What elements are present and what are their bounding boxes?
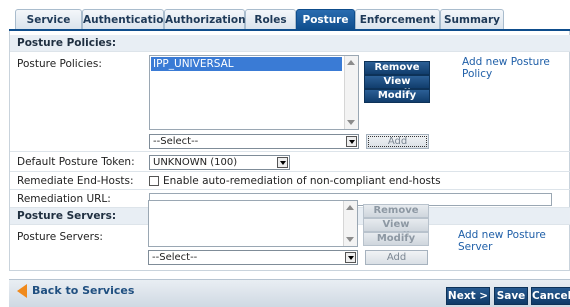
remediation-url-label: Remediation URL:	[17, 193, 111, 205]
tab-bar: Service Authentication Authorization Rol…	[0, 0, 570, 31]
scroll-down-icon[interactable]	[346, 237, 354, 242]
posture-policies-listbox[interactable]: IPP_UNIVERSAL	[149, 55, 359, 130]
tab-posture[interactable]: Posture	[296, 9, 355, 30]
server-view-details-button[interactable]: View Details	[363, 218, 429, 242]
policy-remove-button[interactable]: Remove	[364, 61, 430, 75]
back-arrow-icon	[17, 284, 27, 298]
tab-enforcement[interactable]: Enforcement	[355, 9, 440, 30]
posture-token-label: Default Posture Token:	[17, 156, 135, 168]
policy-add-button[interactable]: Add	[366, 134, 429, 149]
posture-token-value: UNKNOWN (100)	[153, 157, 238, 168]
footer-bar: Back to Services Next > Save Cancel	[9, 279, 570, 307]
policy-item[interactable]: IPP_UNIVERSAL	[151, 57, 342, 71]
back-to-services-label: Back to Services	[32, 284, 135, 297]
next-button[interactable]: Next >	[446, 287, 490, 305]
tab-roles[interactable]: Roles	[245, 9, 296, 30]
tab-summary[interactable]: Summary	[440, 9, 504, 30]
posture-servers-label: Posture Servers:	[17, 231, 103, 243]
server-remove-button[interactable]: Remove	[363, 204, 429, 218]
posture-token-row: Default Posture Token: UNKNOWN (100)	[10, 152, 570, 172]
back-to-services-link[interactable]: Back to Services	[17, 284, 134, 298]
save-button[interactable]: Save	[494, 287, 528, 305]
chevron-down-icon[interactable]	[277, 157, 288, 168]
policy-select-value: --Select--	[153, 136, 199, 147]
server-select[interactable]: --Select--	[148, 250, 358, 265]
posture-servers-listbox[interactable]	[148, 200, 358, 247]
policies-scrollbar[interactable]	[344, 56, 358, 129]
add-new-posture-server-link[interactable]: Add new Posture Server	[458, 229, 570, 253]
scroll-down-icon[interactable]	[347, 120, 355, 125]
tab-service[interactable]: Service	[15, 9, 82, 30]
servers-scrollbar[interactable]	[343, 201, 357, 246]
scroll-up-icon[interactable]	[346, 205, 354, 210]
server-select-value: --Select--	[152, 252, 198, 263]
posture-policies-heading: Posture Policies:	[10, 35, 570, 52]
tab-authentication[interactable]: Authentication	[82, 9, 171, 30]
posture-policies-label: Posture Policies:	[17, 58, 102, 70]
server-modify-button[interactable]: Modify	[363, 232, 429, 246]
cancel-button[interactable]: Cancel	[531, 287, 570, 305]
chevron-down-icon[interactable]	[345, 252, 356, 263]
chevron-down-icon[interactable]	[346, 136, 357, 147]
tab-authorization[interactable]: Authorization	[164, 9, 246, 30]
add-new-posture-policy-link[interactable]: Add new Posture Policy	[462, 56, 570, 80]
remediate-row: Remediate End-Hosts: Enable auto-remedia…	[10, 172, 570, 190]
auto-remediation-checkbox[interactable]	[149, 176, 159, 186]
scroll-up-icon[interactable]	[347, 60, 355, 65]
remediate-label: Remediate End-Hosts:	[17, 175, 134, 187]
policy-view-details-button[interactable]: View Details	[364, 75, 430, 99]
server-add-button[interactable]: Add	[365, 250, 428, 265]
posture-policies-row: Posture Policies: IPP_UNIVERSAL Remove V…	[10, 52, 570, 152]
policy-select[interactable]: --Select--	[149, 134, 359, 149]
policy-modify-button[interactable]: Modify	[364, 89, 430, 103]
auto-remediation-label: Enable auto-remediation of non-compliant…	[163, 175, 441, 187]
posture-token-select[interactable]: UNKNOWN (100)	[149, 155, 290, 170]
